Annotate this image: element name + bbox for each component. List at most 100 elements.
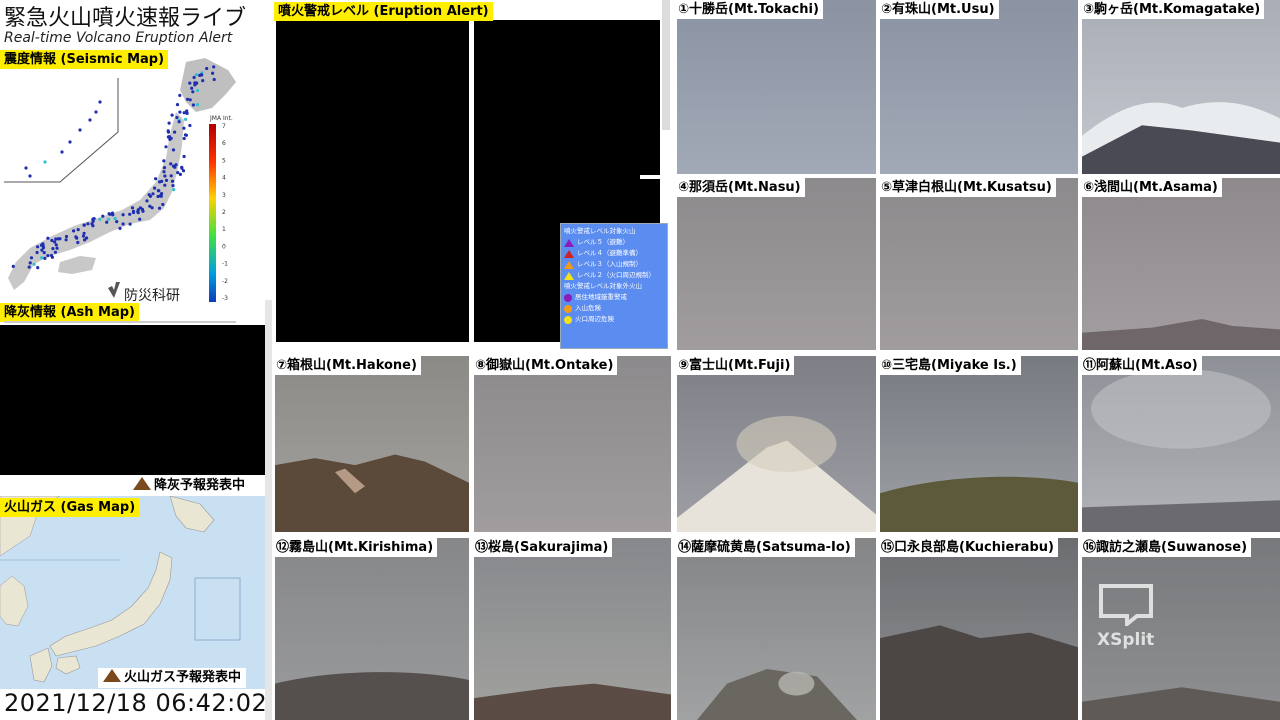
- triangle-icon: [564, 271, 574, 280]
- seismic-station-dot: [180, 165, 184, 169]
- camera-tile[interactable]: ⑤草津白根山(Mt.Kusatsu): [880, 178, 1078, 350]
- camera-tile[interactable]: ②有珠山(Mt.Usu): [880, 0, 1078, 174]
- camera-label: ⑧御嶽山(Mt.Ontake): [474, 356, 618, 375]
- scale-tick-label: 0: [222, 243, 226, 250]
- seismic-station-dot: [85, 236, 89, 240]
- legend-title-b: 噴火警戒レベル対象外火山: [564, 282, 642, 290]
- camera-label: ⑬桜島(Sakurajima): [474, 538, 613, 557]
- seismic-station-dot: [72, 229, 76, 233]
- seismic-station-dot: [101, 214, 105, 218]
- camera-label: ⑪阿蘇山(Mt.Aso): [1082, 356, 1202, 375]
- camera-tile[interactable]: ③駒ヶ岳(Mt.Komagatake): [1082, 0, 1280, 174]
- seismic-station-dot: [166, 130, 171, 134]
- seismic-station-dot: [173, 130, 177, 134]
- seismic-station-dot: [138, 217, 142, 221]
- camera-label: ⑦箱根山(Mt.Hakone): [275, 356, 421, 375]
- seismic-station-dot: [105, 220, 109, 224]
- seismic-station-dot: [201, 79, 205, 83]
- seismic-station-dot: [192, 75, 196, 80]
- scale-title: JMA Int.: [209, 115, 233, 122]
- scale-tick-label: 4: [222, 175, 226, 182]
- seismic-station-dot: [161, 202, 165, 207]
- camera-label: ③駒ヶ岳(Mt.Komagatake): [1082, 0, 1265, 19]
- seismic-station-dot: [41, 246, 46, 250]
- seismic-station-dot: [194, 73, 198, 77]
- seismic-station-dot: [42, 251, 46, 255]
- camera-feed-image: [677, 356, 876, 532]
- legend-out1-text: 居住地域厳重警戒: [575, 293, 627, 301]
- seismic-station-dot: [156, 189, 160, 193]
- seismic-map-panel: JMA Int. 7 6 5 4 3 2 1 0 -1 -2 -3 防災科研 震度情報 (Seism…: [0, 50, 272, 302]
- seismic-station-dot: [49, 253, 54, 258]
- camera-tile[interactable]: ⑩三宅島(Miyake Is.): [880, 356, 1078, 532]
- camera-tile[interactable]: ①十勝岳(Mt.Tokachi): [677, 0, 876, 174]
- seismic-station-dot: [176, 171, 180, 175]
- seismic-station-dot: [64, 234, 69, 239]
- seismic-station-dot: [113, 216, 117, 221]
- camera-feed-image: [275, 356, 469, 532]
- alert-map-marker: [640, 175, 662, 179]
- camera-tile[interactable]: ⑭薩摩硫黄島(Satsuma-Io): [677, 538, 876, 720]
- seismic-station-dot: [115, 220, 119, 224]
- seismic-station-dot: [195, 103, 200, 107]
- seismic-station-dot: [182, 136, 186, 141]
- camera-tile[interactable]: ⑦箱根山(Mt.Hakone): [275, 356, 469, 532]
- seismic-station-dot: [194, 81, 198, 85]
- seismic-station-dot: [51, 247, 55, 251]
- camera-feed-image: [880, 178, 1078, 350]
- camera-feed-image: [474, 356, 671, 532]
- camera-tile[interactable]: ⑧御嶽山(Mt.Ontake): [474, 356, 671, 532]
- seismic-station-dot: [145, 199, 149, 203]
- seismic-station-dot: [91, 217, 95, 221]
- seismic-station-dot: [53, 250, 58, 254]
- camera-tile[interactable]: ⑬桜島(Sakurajima): [474, 538, 671, 720]
- app-title: 緊急火山噴火速報ライブ: [4, 6, 247, 31]
- legend-title-a: 噴火警戒レベル対象火山: [564, 227, 636, 235]
- alert-scrollbar[interactable]: [662, 0, 670, 130]
- seismic-station-dot: [164, 178, 169, 182]
- camera-feed-image: [474, 538, 671, 720]
- seismic-station-dot: [27, 265, 31, 269]
- seismic-station-dot: [46, 254, 50, 258]
- seismic-station-dot: [184, 117, 188, 121]
- seismic-station-dot: [163, 183, 167, 187]
- seismic-station-dot: [41, 242, 45, 246]
- camera-tile[interactable]: ⑨富士山(Mt.Fuji): [677, 356, 876, 532]
- camera-tile[interactable]: ④那須岳(Mt.Nasu): [677, 178, 876, 350]
- scale-tick-label: 3: [222, 192, 226, 199]
- camera-feed-image: [1082, 356, 1280, 532]
- seismic-station-dot: [171, 148, 176, 152]
- circle-icon: [564, 315, 572, 324]
- camera-label: ⑯諏訪之瀬島(Suwanose): [1082, 538, 1252, 557]
- seismic-station-dot: [154, 177, 158, 181]
- seismic-station-dot: [88, 118, 92, 122]
- seismic-station-dot: [58, 237, 62, 241]
- camera-tile[interactable]: ⑫霧島山(Mt.Kirishima): [275, 538, 469, 720]
- eruption-alert-label: 噴火警戒レベル (Eruption Alert): [274, 2, 493, 21]
- seismic-station-dot: [68, 140, 72, 144]
- alert-legend: 噴火警戒レベル対象火山 レベル５（避難） レベル４（避難準備） レベル３（入山規…: [560, 223, 668, 349]
- camera-label: ⑤草津白根山(Mt.Kusatsu): [880, 178, 1056, 197]
- scale-tick-label: -2: [222, 278, 228, 285]
- seismic-station-dot: [128, 222, 132, 226]
- camera-tile[interactable]: ⑮口永良部島(Kuchierabu): [880, 538, 1078, 720]
- camera-label: ⑫霧島山(Mt.Kirishima): [275, 538, 438, 557]
- seismic-station-dot: [36, 245, 40, 249]
- seismic-map-image: JMA Int. 7 6 5 4 3 2 1 0 -1 -2 -3 防災科研: [0, 50, 272, 302]
- camera-tile[interactable]: ⑥浅間山(Mt.Asama): [1082, 178, 1280, 350]
- seismic-station-dot: [162, 166, 167, 170]
- legend-out3-text: 火口周辺危険: [575, 315, 614, 323]
- camera-label: ⑩三宅島(Miyake Is.): [880, 356, 1021, 375]
- legend-out2: 入山危険: [564, 303, 664, 314]
- legend-level2-text: レベル２（火口周辺規制）: [577, 271, 655, 279]
- seismic-station-dot: [167, 121, 171, 125]
- seismic-station-dot: [162, 170, 166, 174]
- camera-feed-image: [677, 178, 876, 350]
- scale-tick-label: -1: [222, 261, 228, 268]
- seismic-credit: 防災科研: [124, 288, 180, 302]
- seismic-station-dot: [169, 174, 173, 178]
- seismic-station-dot: [162, 159, 166, 163]
- camera-tile[interactable]: ⑪阿蘇山(Mt.Aso): [1082, 356, 1280, 532]
- scale-tick-label: 7: [222, 123, 226, 130]
- left-scrollbar[interactable]: [265, 300, 272, 720]
